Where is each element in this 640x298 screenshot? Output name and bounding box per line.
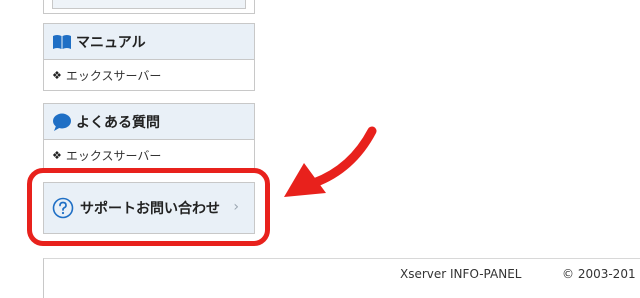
red-arrow-icon (280, 125, 380, 209)
support-contact-label: サポートお問い合わせ (80, 201, 220, 217)
diamond-bullet-icon: ❖ (52, 148, 62, 162)
faq-panel: よくある質問 ❖ エックスサーバー (43, 103, 255, 171)
manual-panel: マニュアル ❖ エックスサーバー (43, 23, 255, 91)
faq-link-label[interactable]: エックスサーバー (66, 147, 162, 164)
panel-inner-remnant (52, 0, 246, 9)
footer-brand: Xserver INFO-PANEL (400, 267, 522, 281)
question-circle-icon (52, 197, 74, 219)
footer-copyright: © 2003-201 (562, 267, 636, 281)
diamond-bullet-icon: ❖ (52, 68, 62, 82)
faq-panel-title: よくある質問 (76, 114, 160, 131)
footer: Xserver INFO-PANEL © 2003-201 (43, 258, 640, 298)
manual-panel-header: マニュアル (44, 24, 254, 60)
manual-panel-title: マニュアル (76, 34, 146, 51)
faq-link-xserver[interactable]: ❖ エックスサーバー (44, 140, 254, 170)
book-icon (52, 34, 72, 50)
manual-link-label[interactable]: エックスサーバー (66, 67, 162, 84)
speech-bubble-icon (52, 113, 72, 131)
chevron-right-icon: › (233, 199, 239, 215)
manual-link-xserver[interactable]: ❖ エックスサーバー (44, 60, 254, 90)
sidebar-panel-remnant (43, 0, 255, 14)
support-contact-button[interactable]: サポートお問い合わせ › (43, 182, 255, 234)
faq-panel-header: よくある質問 (44, 104, 254, 140)
